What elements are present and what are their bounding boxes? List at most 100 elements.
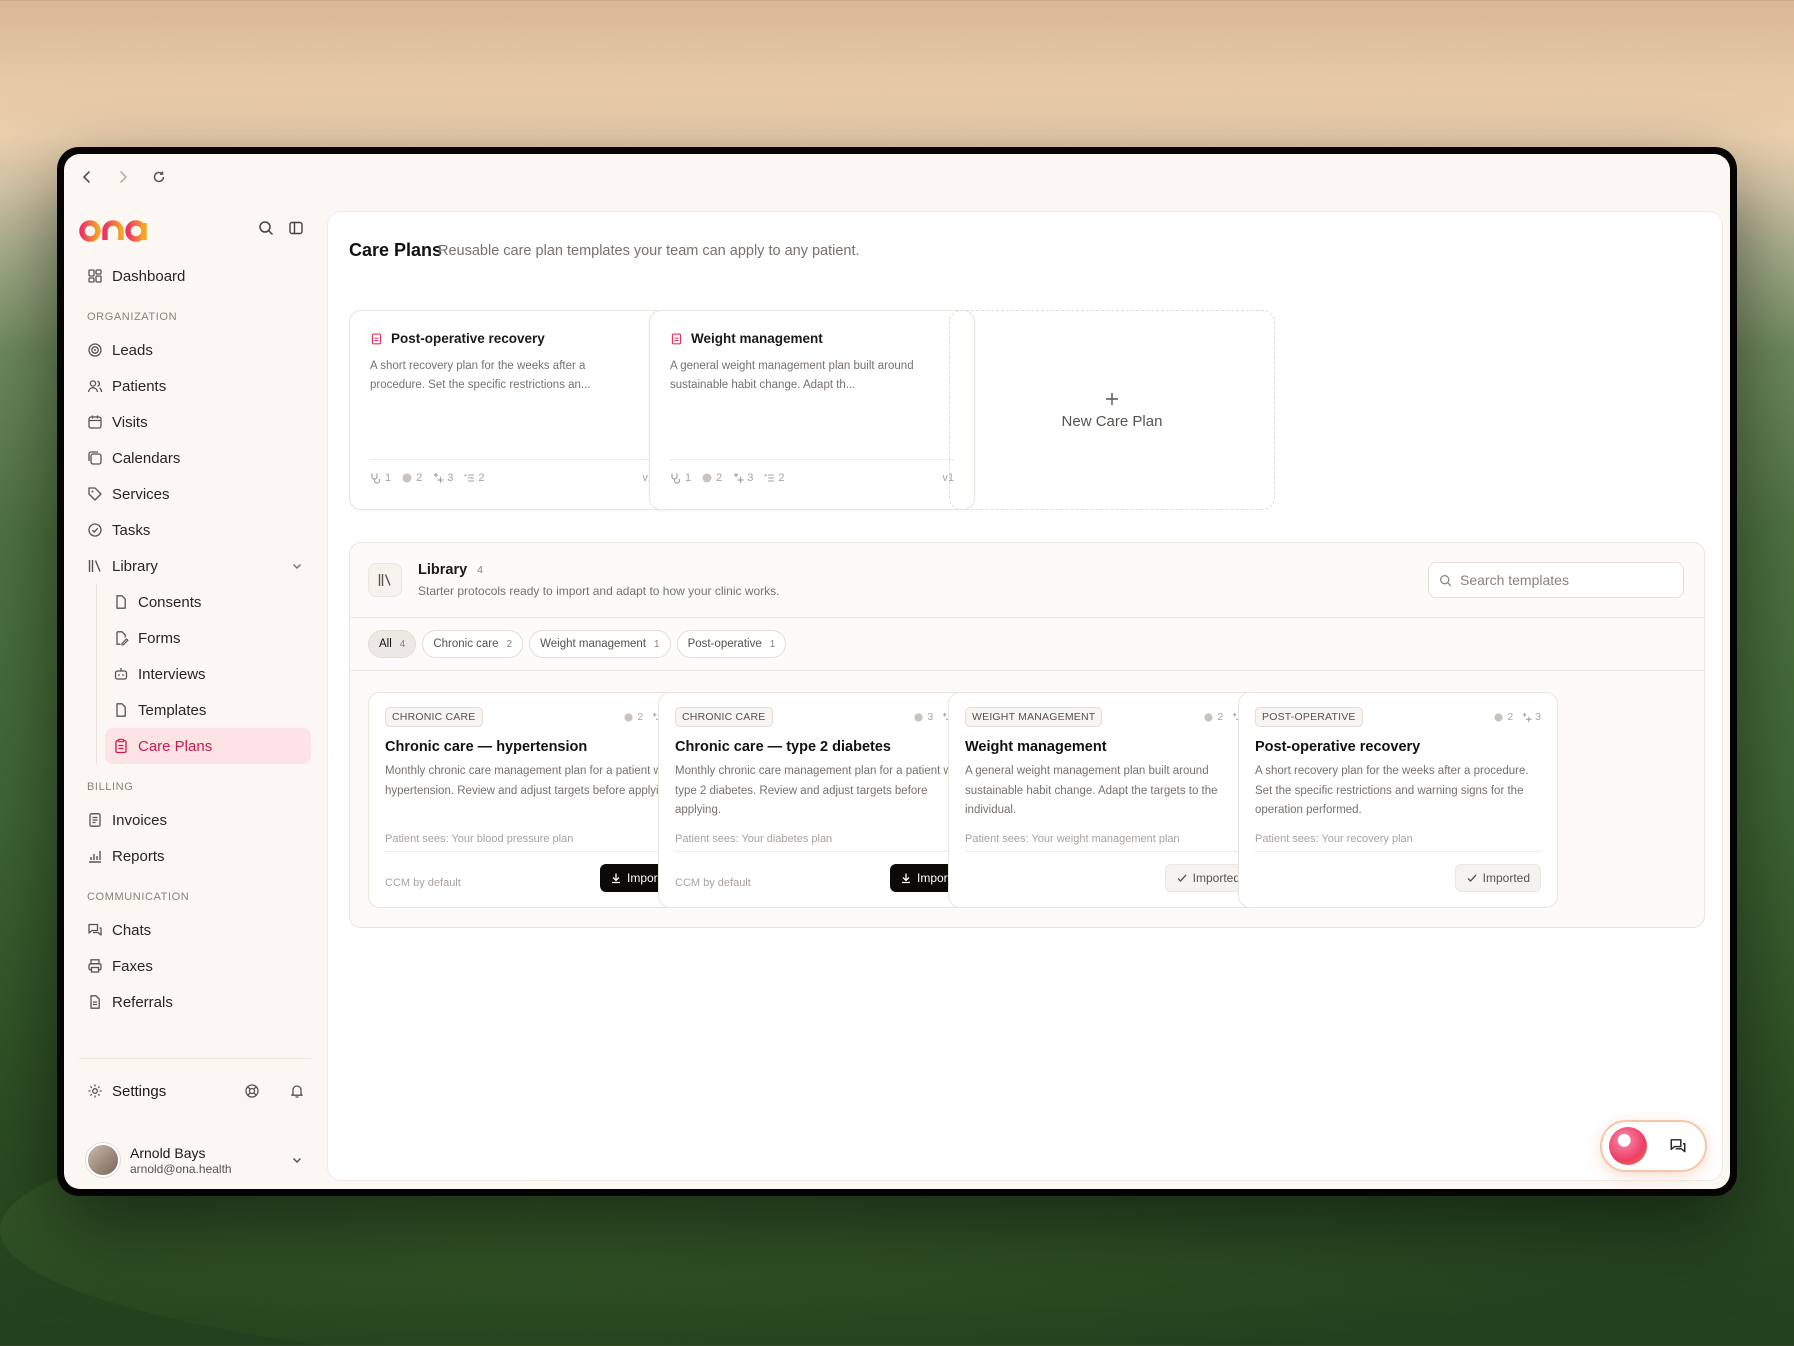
sidebar-item-label: Leads <box>112 341 153 359</box>
sidebar-item-label: Chats <box>112 921 152 939</box>
document-icon <box>116 595 126 609</box>
download-icon <box>611 873 620 884</box>
template-card[interactable]: CHRONIC CARE 2 3 Chronic care — hyperten… <box>368 692 688 908</box>
library-title: Library 4 <box>418 562 483 578</box>
sidebar-item-dashboard[interactable]: Dashboard <box>79 258 311 294</box>
template-title: Post-operative recovery <box>1255 739 1421 755</box>
template-title: Weight management <box>965 739 1107 755</box>
filter-chip-all[interactable]: All 4 <box>368 630 417 658</box>
user-menu[interactable]: Arnold Bays arnold@ona.health <box>86 1143 304 1177</box>
filter-chip-weight-management[interactable]: Weight management 1 <box>529 630 671 658</box>
template-description: A short recovery plan for the weeks afte… <box>1255 765 1529 816</box>
sidebar-item-services[interactable]: Services <box>79 476 311 512</box>
sidebar-item-patients[interactable]: Patients <box>79 368 311 404</box>
sidebar-item-calendars[interactable]: Calendars <box>79 440 311 476</box>
template-footnote: CCM by default <box>385 877 461 889</box>
meta-count: 1 <box>385 472 392 484</box>
sidebar: Dashboard ORGANIZATION Leads Patients Vi… <box>64 200 320 1189</box>
sidebar-item-label: Services <box>112 485 170 503</box>
dashboard-icon <box>88 269 102 283</box>
chip-count: 1 <box>769 638 776 650</box>
sidebar-toggle-icon[interactable] <box>288 220 304 241</box>
chip-label: All <box>379 638 392 650</box>
sidebar-item-settings[interactable]: Settings <box>79 1073 311 1109</box>
sidebar-item-templates[interactable]: Templates <box>105 692 311 728</box>
chip-count: 2 <box>506 638 513 650</box>
stat-count: 2 <box>637 711 644 723</box>
forward-icon[interactable] <box>114 168 132 186</box>
chip-label: Chronic care <box>433 638 499 650</box>
file-icon <box>116 703 126 717</box>
sidebar-item-forms[interactable]: Forms <box>105 620 311 656</box>
sidebar-item-tasks[interactable]: Tasks <box>79 512 311 548</box>
target-icon <box>1204 712 1213 722</box>
form-edit-icon <box>116 631 129 646</box>
ona-logo <box>79 214 157 251</box>
sidebar-item-label: Visits <box>112 413 148 431</box>
template-card[interactable]: WEIGHT MANAGEMENT 2 3 Weight management … <box>948 692 1268 908</box>
new-care-plan-button[interactable]: New Care Plan <box>949 310 1275 510</box>
stethoscope-icon <box>671 473 681 484</box>
users-icon <box>87 380 103 393</box>
search-icon[interactable] <box>258 220 274 241</box>
bell-icon[interactable] <box>289 1083 305 1099</box>
sidebar-item-consents[interactable]: Consents <box>105 584 311 620</box>
stat-count: 2 <box>1507 711 1514 723</box>
sidebar-footer: Settings <box>79 1058 311 1109</box>
chip-label: Weight management <box>540 638 647 650</box>
patient-sees-label: Patient sees: Your blood pressure plan <box>385 833 671 852</box>
sidebar-item-library[interactable]: Library <box>79 548 311 584</box>
sidebar-item-interviews[interactable]: Interviews <box>105 656 311 692</box>
chevron-down-icon[interactable] <box>290 1153 304 1167</box>
sidebar-item-faxes[interactable]: Faxes <box>79 948 311 984</box>
meta-count: 3 <box>447 472 454 484</box>
assistant-widget[interactable] <box>1600 1120 1707 1172</box>
search-input[interactable] <box>1460 572 1660 588</box>
sidebar-item-label: Patients <box>112 377 167 395</box>
sidebar-item-label: Tasks <box>112 521 151 539</box>
template-card[interactable]: POST-OPERATIVE 2 3 Post-operative recove… <box>1238 692 1558 908</box>
meta-count: 1 <box>685 472 692 484</box>
sidebar-item-label: Interviews <box>138 665 206 683</box>
search-box <box>1428 562 1684 598</box>
sidebar-item-label: Calendars <box>112 449 181 467</box>
template-title: Chronic care — type 2 diabetes <box>675 739 891 755</box>
assistant-orb-icon[interactable] <box>1609 1127 1647 1165</box>
care-plan-card[interactable]: Post-operative recovery A short recovery… <box>349 310 675 510</box>
sidebar-item-label: Care Plans <box>138 737 213 755</box>
sidebar-nav: Dashboard ORGANIZATION Leads Patients Vi… <box>79 258 311 1020</box>
library-icon <box>368 563 402 597</box>
template-footnote: CCM by default <box>675 877 751 889</box>
divider <box>350 670 1704 671</box>
care-plan-meta: 1 2 3 2 v1 <box>370 459 654 484</box>
target-icon <box>702 473 712 483</box>
filter-chip-post-operative[interactable]: Post-operative 1 <box>676 630 787 658</box>
sidebar-item-label: Forms <box>138 629 181 647</box>
chat-icon[interactable] <box>1669 1137 1687 1155</box>
template-card[interactable]: CHRONIC CARE 3 3 Chronic care — type 2 d… <box>658 692 978 908</box>
group-heading-organization: ORGANIZATION <box>87 311 178 323</box>
sidebar-item-label: Invoices <box>112 811 168 829</box>
meta-count: 2 <box>416 472 423 484</box>
sidebar-item-reports[interactable]: Reports <box>79 838 311 874</box>
sidebar-item-referrals[interactable]: Referrals <box>79 984 311 1020</box>
import-label: Import <box>916 871 951 885</box>
stat-count: 3 <box>927 711 934 723</box>
chevron-down-icon[interactable] <box>289 559 305 573</box>
sidebar-item-leads[interactable]: Leads <box>79 332 311 368</box>
help-lifebuoy-icon[interactable] <box>244 1083 260 1099</box>
sidebar-item-chats[interactable]: Chats <box>79 912 311 948</box>
back-icon[interactable] <box>78 168 96 186</box>
sidebar-item-care-plans[interactable]: Care Plans <box>105 728 311 764</box>
clipboard-icon <box>671 333 682 345</box>
care-plan-card[interactable]: Weight management A general weight manag… <box>649 310 975 510</box>
library-panel: Library 4 Starter protocols ready to imp… <box>349 542 1705 928</box>
library-count: 4 <box>477 564 484 576</box>
imported-label: Imported <box>1482 871 1530 885</box>
imported-label: Imported <box>1192 871 1240 885</box>
sidebar-item-visits[interactable]: Visits <box>79 404 311 440</box>
sidebar-item-invoices[interactable]: Invoices <box>79 802 311 838</box>
reload-icon[interactable] <box>150 168 168 186</box>
filter-chip-chronic-care[interactable]: Chronic care 2 <box>422 630 524 658</box>
template-description: Monthly chronic care management plan for… <box>675 765 964 816</box>
